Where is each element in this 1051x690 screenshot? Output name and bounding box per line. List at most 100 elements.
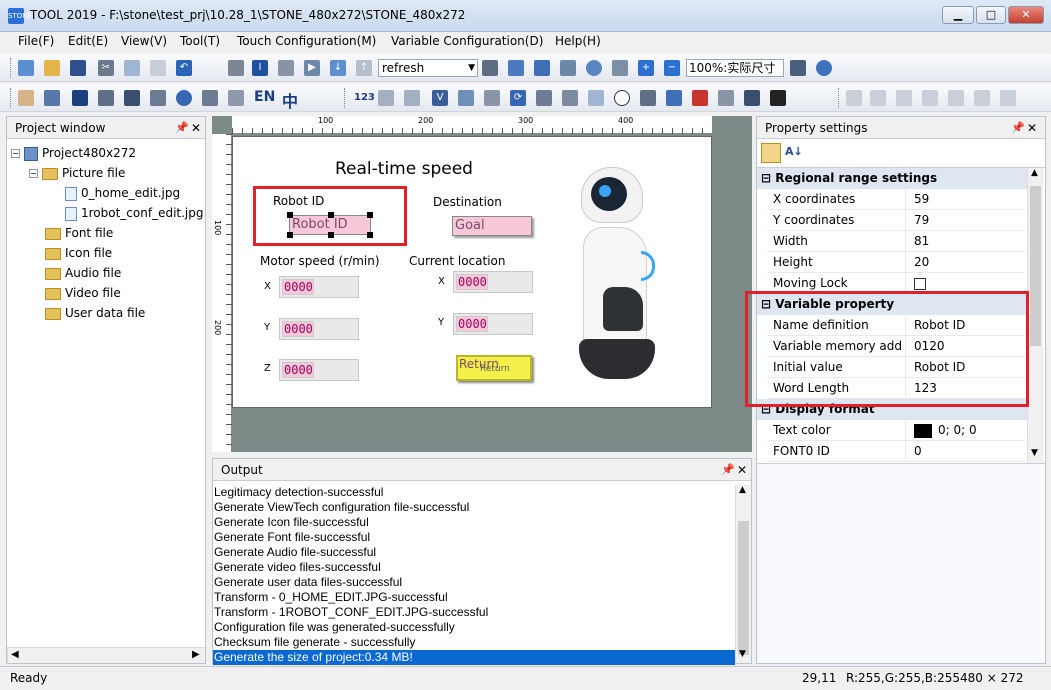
edit-icon[interactable] bbox=[228, 90, 244, 106]
zoom-icon[interactable] bbox=[586, 60, 602, 76]
scroll-up-icon[interactable]: ▲ bbox=[739, 485, 746, 495]
menu-edit[interactable]: Edit(E) bbox=[68, 34, 108, 48]
categorized-view-icon[interactable] bbox=[761, 143, 781, 163]
property-row[interactable]: X coordinates 59 bbox=[767, 189, 1025, 210]
zoom-in-icon[interactable]: + bbox=[638, 60, 654, 76]
collapse-icon[interactable]: ⊟ bbox=[761, 171, 775, 185]
refresh-icon[interactable] bbox=[176, 90, 192, 106]
horizontal-scrollbar[interactable]: ◀ ▶ bbox=[7, 647, 205, 663]
copy-icon[interactable] bbox=[124, 60, 140, 76]
align-center-icon[interactable] bbox=[870, 90, 886, 106]
pin-icon[interactable]: 📌 bbox=[1011, 117, 1025, 139]
menu-tool[interactable]: Tool(T) bbox=[180, 34, 220, 48]
resize-handle[interactable] bbox=[328, 232, 334, 238]
play-icon[interactable]: ▶ bbox=[304, 60, 320, 76]
close-panel-icon[interactable]: ✕ bbox=[1027, 117, 1037, 139]
slider-icon[interactable] bbox=[150, 90, 166, 106]
refresh-select[interactable]: refresh ▼ bbox=[378, 59, 478, 77]
pin-icon[interactable]: 📌 bbox=[175, 117, 189, 139]
property-category[interactable]: ⊟ Regional range settings bbox=[757, 168, 1027, 189]
paste-icon[interactable] bbox=[150, 60, 166, 76]
clock-icon[interactable] bbox=[614, 90, 630, 106]
calculator-icon[interactable] bbox=[790, 60, 806, 76]
align-middle-icon[interactable] bbox=[948, 90, 964, 106]
button-icon[interactable] bbox=[72, 90, 88, 106]
tree-item-robot-conf-image[interactable]: 1robot_conf_edit.jpg bbox=[65, 203, 204, 223]
tree-item-project[interactable]: − Project480x272 bbox=[11, 143, 136, 163]
align-bottom-icon[interactable] bbox=[974, 90, 990, 106]
property-row[interactable]: FONT0 ID 0 bbox=[767, 441, 1025, 462]
scroll-thumb[interactable] bbox=[1030, 186, 1041, 346]
resize-handle[interactable] bbox=[287, 232, 293, 238]
text-box-icon[interactable] bbox=[404, 90, 420, 106]
animation-icon[interactable] bbox=[666, 90, 682, 106]
motor-x-field[interactable]: 0000 bbox=[279, 276, 359, 298]
export-icon[interactable] bbox=[534, 60, 550, 76]
wave-icon[interactable] bbox=[692, 90, 708, 106]
en-language-button[interactable]: EN bbox=[254, 89, 275, 105]
grid-icon[interactable] bbox=[44, 90, 60, 106]
menu-help[interactable]: Help(H) bbox=[555, 34, 601, 48]
eyedropper-icon[interactable] bbox=[612, 60, 628, 76]
toolbar-grip-3[interactable] bbox=[344, 88, 347, 108]
property-row[interactable]: Width 81 bbox=[767, 231, 1025, 252]
keyboard-icon[interactable] bbox=[508, 60, 524, 76]
download-icon[interactable]: ↓ bbox=[330, 60, 346, 76]
resize-handle[interactable] bbox=[328, 212, 334, 218]
text-icon[interactable]: I bbox=[252, 60, 268, 76]
resize-handle[interactable] bbox=[367, 212, 373, 218]
calendar-icon[interactable] bbox=[278, 60, 294, 76]
rtc-icon[interactable] bbox=[640, 90, 656, 106]
cut-icon[interactable]: ✂ bbox=[98, 60, 114, 76]
motor-y-field[interactable]: 0000 bbox=[279, 318, 359, 340]
property-scrollbar[interactable]: ▲ ▼ bbox=[1027, 168, 1043, 464]
cycle-icon[interactable]: ⟳ bbox=[510, 90, 526, 106]
resize-handle[interactable] bbox=[367, 232, 373, 238]
destination-field[interactable]: Goal bbox=[452, 216, 532, 236]
align-right-icon[interactable] bbox=[896, 90, 912, 106]
menu-view[interactable]: View(V) bbox=[121, 34, 167, 48]
chart-icon[interactable] bbox=[458, 90, 474, 106]
search-doc-icon[interactable] bbox=[482, 60, 498, 76]
variable-icon[interactable]: V bbox=[432, 90, 448, 106]
device-screen[interactable]: Real-time speed Robot ID Robot ID Destin… bbox=[232, 136, 712, 408]
menu-variable-configuration[interactable]: Variable Configuration(D) bbox=[391, 34, 543, 48]
menu-list-icon[interactable] bbox=[744, 90, 760, 106]
toolbar-grip-4[interactable] bbox=[838, 88, 841, 108]
tree-item-user-data-file[interactable]: User data file bbox=[45, 303, 145, 323]
collapse-icon[interactable]: − bbox=[29, 169, 38, 178]
scroll-thumb[interactable] bbox=[738, 521, 749, 655]
close-button[interactable]: ✕ bbox=[1008, 6, 1044, 24]
scroll-down-icon[interactable]: ▼ bbox=[1031, 448, 1038, 458]
menu-file[interactable]: File(F) bbox=[18, 34, 54, 48]
return-button[interactable]: Return Return bbox=[456, 355, 532, 381]
save-icon[interactable] bbox=[70, 60, 86, 76]
align-top-icon[interactable] bbox=[922, 90, 938, 106]
formula-icon[interactable] bbox=[124, 90, 140, 106]
pin-icon[interactable]: 📌 bbox=[721, 459, 735, 481]
undo-icon[interactable]: ↶ bbox=[176, 60, 192, 76]
property-row[interactable]: Text color 0; 0; 0 bbox=[767, 420, 1025, 441]
zoom-select[interactable]: 100%:实际尺寸 bbox=[686, 59, 784, 77]
hand-icon[interactable] bbox=[18, 90, 34, 106]
menu-touch-configuration[interactable]: Touch Configuration(M) bbox=[237, 34, 376, 48]
bracket-icon[interactable] bbox=[562, 90, 578, 106]
tree-item-audio-file[interactable]: Audio file bbox=[45, 263, 121, 283]
tree-item-home-image[interactable]: 0_home_edit.jpg bbox=[65, 183, 180, 203]
maximize-button[interactable]: □ bbox=[976, 6, 1006, 24]
window-icon[interactable] bbox=[560, 60, 576, 76]
progress-icon[interactable] bbox=[484, 90, 500, 106]
toolbar-grip-2[interactable] bbox=[10, 88, 13, 108]
qrcode-icon[interactable] bbox=[770, 90, 786, 106]
tree-item-icon-file[interactable]: Icon file bbox=[45, 243, 112, 263]
toolbar-grip[interactable] bbox=[10, 58, 13, 78]
number-display-button[interactable]: 123 bbox=[354, 92, 375, 103]
tree-item-font-file[interactable]: Font file bbox=[45, 223, 113, 243]
tree-item-video-file[interactable]: Video file bbox=[45, 283, 121, 303]
text-display-icon[interactable] bbox=[378, 90, 394, 106]
sort-alpha-icon[interactable]: A↓ bbox=[785, 145, 803, 158]
output-line-selected[interactable]: Generate the size of project:0.34 MB! bbox=[213, 650, 735, 665]
align-left-icon[interactable] bbox=[846, 90, 862, 106]
new-icon[interactable] bbox=[18, 60, 34, 76]
settings-icon[interactable] bbox=[816, 60, 832, 76]
